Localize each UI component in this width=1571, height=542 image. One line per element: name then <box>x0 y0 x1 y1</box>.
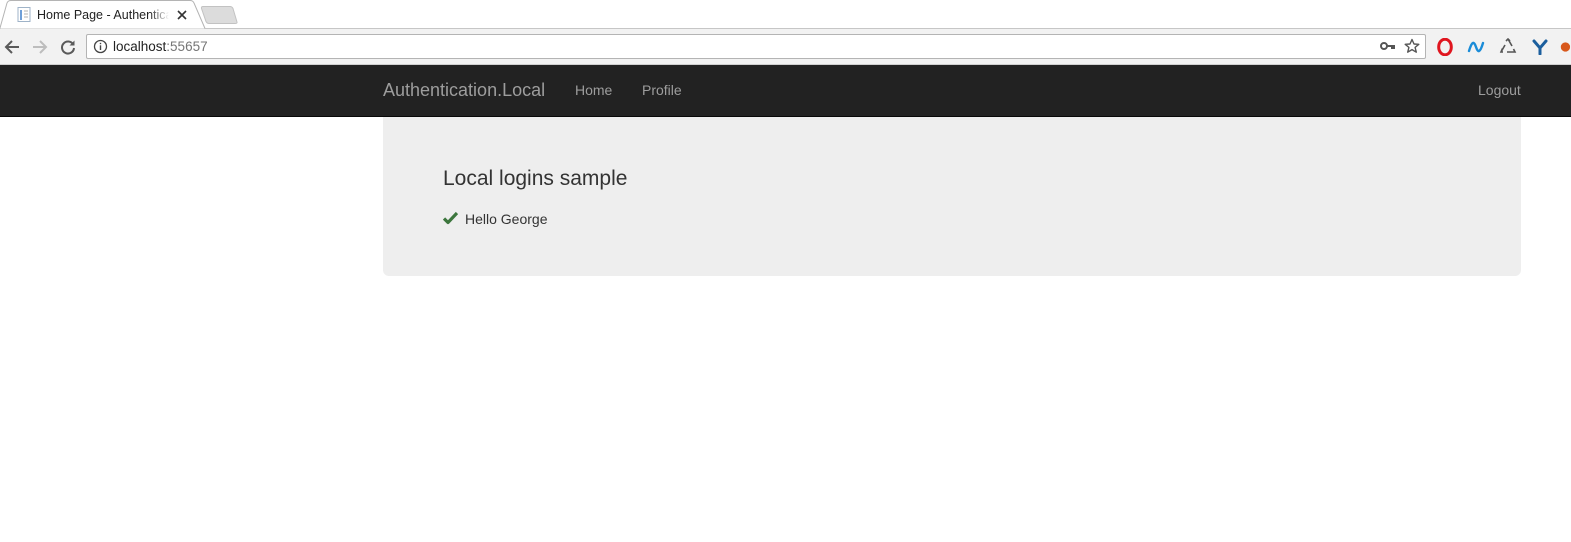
back-button[interactable] <box>2 37 22 57</box>
y-icon <box>1532 39 1548 55</box>
partial-extension[interactable] <box>1558 37 1571 57</box>
forward-button[interactable] <box>30 37 50 57</box>
jumbotron: Local logins sample Hello George <box>383 117 1521 276</box>
page-icon <box>17 7 31 22</box>
key-icon[interactable] <box>1380 40 1396 52</box>
check-icon <box>443 211 458 225</box>
wave-extension[interactable] <box>1466 37 1486 57</box>
logout-link[interactable]: Logout <box>1478 82 1521 99</box>
nav-home-link[interactable]: Home <box>575 82 612 99</box>
info-icon[interactable] <box>93 39 108 54</box>
new-tab-icon[interactable] <box>200 6 238 24</box>
browser-toolbar: localhost:55657 <box>0 29 1571 65</box>
opera-icon <box>1437 38 1453 56</box>
address-bar[interactable]: localhost:55657 <box>86 34 1426 59</box>
url-text[interactable]: localhost:55657 <box>113 38 208 55</box>
close-icon <box>177 10 187 20</box>
star-icon[interactable] <box>1404 38 1420 54</box>
tab-strip: Home Page - Authentication.Local <box>0 0 1571 29</box>
site-navbar: Authentication.Local Home Profile Logout <box>0 65 1571 117</box>
reload-icon <box>61 40 75 55</box>
opera-extension[interactable] <box>1435 37 1455 57</box>
nav-profile-link[interactable]: Profile <box>642 82 682 99</box>
url-port: :55657 <box>166 39 208 54</box>
reload-button[interactable] <box>58 37 78 57</box>
page-title: Local logins sample <box>443 167 628 190</box>
url-host: localhost <box>113 39 167 54</box>
greeting-text: Hello George <box>465 211 548 227</box>
forward-icon <box>33 40 48 54</box>
tab-title: Home Page - Authentication.Local <box>37 8 169 22</box>
recycle-extension[interactable] <box>1498 37 1518 57</box>
navbar-brand[interactable]: Authentication.Local <box>383 80 545 101</box>
extension-icon <box>1560 42 1571 52</box>
y-extension[interactable] <box>1530 37 1550 57</box>
close-tab-button[interactable] <box>174 7 190 23</box>
wave-icon <box>1467 41 1485 53</box>
back-icon <box>4 40 19 54</box>
recycle-icon <box>1499 38 1517 53</box>
